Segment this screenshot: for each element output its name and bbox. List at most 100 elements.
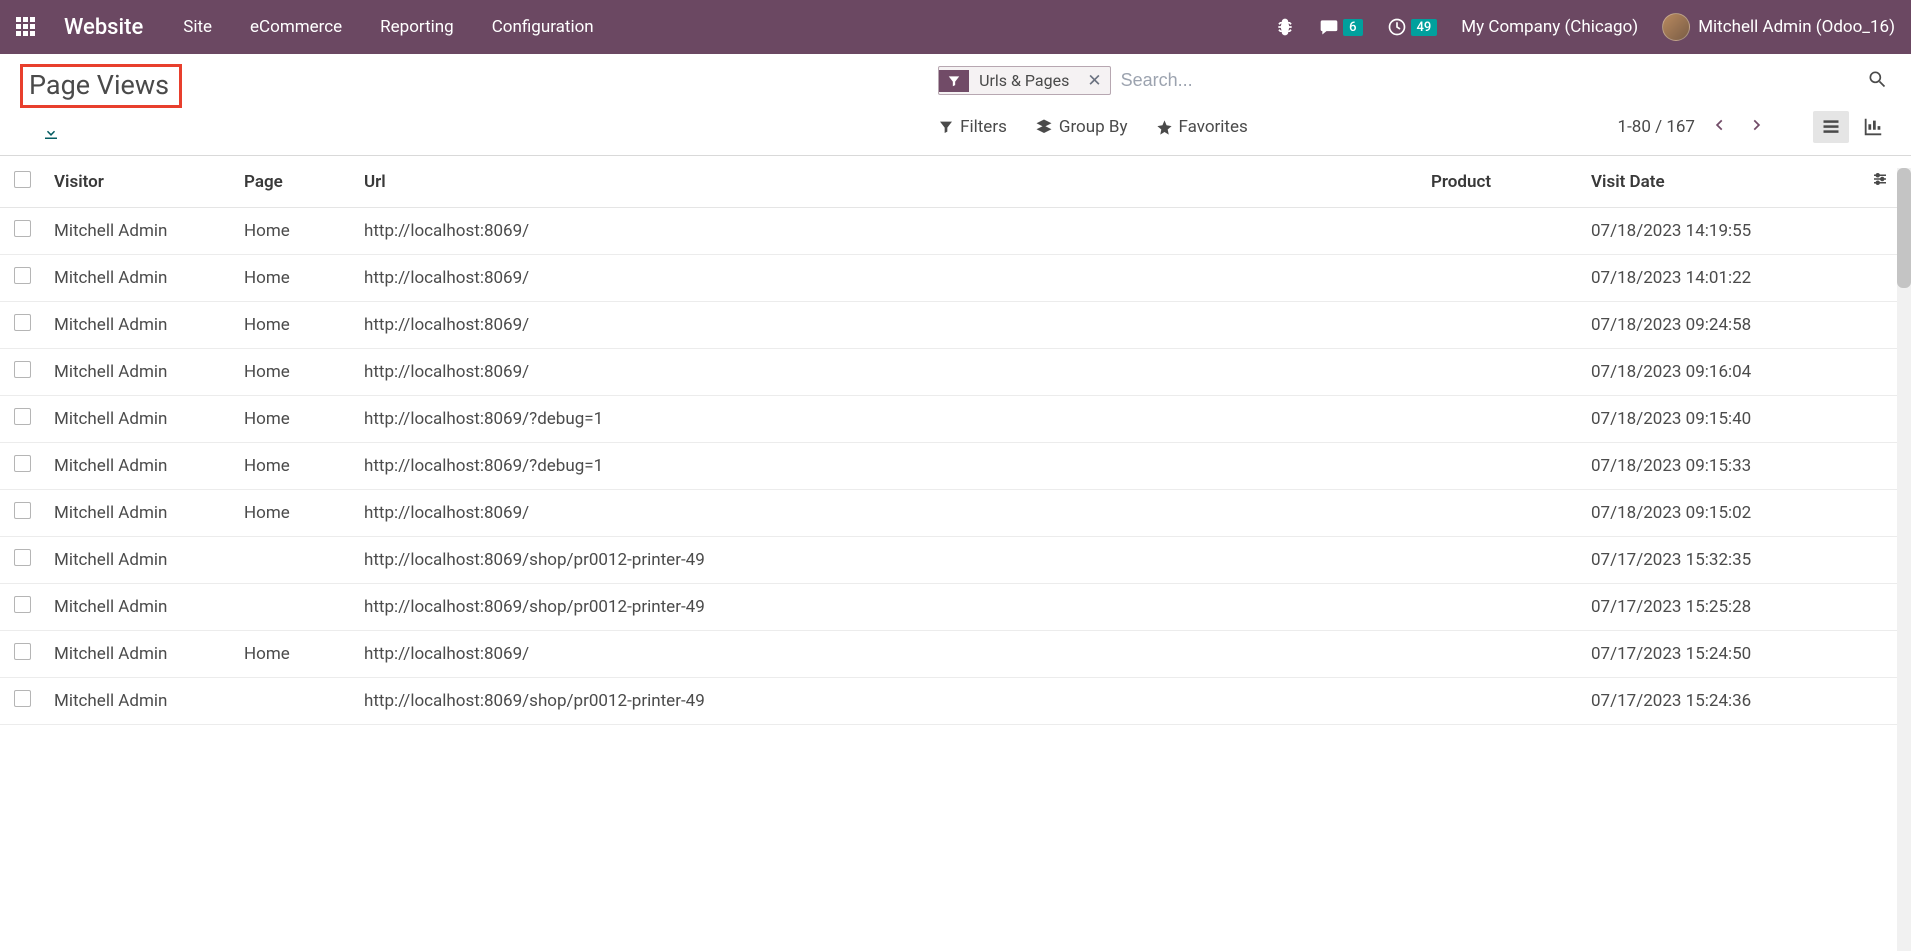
cell-url: http://localhost:8069/ bbox=[354, 490, 1421, 537]
page-views-table: Visitor Page Url Product Visit Date Mitc… bbox=[0, 156, 1911, 725]
cell-date: 07/18/2023 09:15:40 bbox=[1581, 396, 1861, 443]
cell-page: Home bbox=[234, 631, 354, 678]
search-icon[interactable] bbox=[1863, 65, 1891, 97]
cell-visitor: Mitchell Admin bbox=[44, 584, 234, 631]
filters-button[interactable]: Filters bbox=[938, 117, 1007, 137]
cell-visitor: Mitchell Admin bbox=[44, 537, 234, 584]
row-checkbox[interactable] bbox=[14, 690, 31, 707]
cell-url: http://localhost:8069/shop/pr0012-printe… bbox=[354, 584, 1421, 631]
cell-product bbox=[1421, 631, 1581, 678]
search-input[interactable] bbox=[1111, 64, 1863, 97]
cell-product bbox=[1421, 537, 1581, 584]
apps-icon[interactable] bbox=[16, 17, 36, 37]
options-icon[interactable] bbox=[1871, 173, 1889, 193]
cell-page: Home bbox=[234, 255, 354, 302]
cell-url: http://localhost:8069/ bbox=[354, 302, 1421, 349]
table-row[interactable]: Mitchell Admin http://localhost:8069/shop… bbox=[0, 537, 1911, 584]
select-all-checkbox[interactable] bbox=[14, 171, 31, 188]
table-row[interactable]: Mitchell AdminHomehttp://localhost:8069/… bbox=[0, 443, 1911, 490]
cell-date: 07/17/2023 15:32:35 bbox=[1581, 537, 1861, 584]
col-page[interactable]: Page bbox=[234, 156, 354, 208]
cell-url: http://localhost:8069/?debug=1 bbox=[354, 396, 1421, 443]
table-row[interactable]: Mitchell AdminHomehttp://localhost:8069/… bbox=[0, 349, 1911, 396]
scrollbar[interactable] bbox=[1897, 168, 1911, 951]
table-row[interactable]: Mitchell AdminHomehttp://localhost:8069/… bbox=[0, 396, 1911, 443]
col-visit-date[interactable]: Visit Date bbox=[1581, 156, 1861, 208]
row-checkbox[interactable] bbox=[14, 596, 31, 613]
graph-view-button[interactable] bbox=[1855, 111, 1891, 143]
cell-date: 07/17/2023 15:24:36 bbox=[1581, 678, 1861, 725]
col-url[interactable]: Url bbox=[354, 156, 1421, 208]
list-view-button[interactable] bbox=[1813, 111, 1849, 143]
cell-product bbox=[1421, 678, 1581, 725]
activities-icon[interactable]: 49 bbox=[1387, 17, 1438, 37]
cell-url: http://localhost:8069/ bbox=[354, 255, 1421, 302]
pager-prev[interactable] bbox=[1709, 113, 1731, 141]
row-checkbox[interactable] bbox=[14, 455, 31, 472]
user-menu[interactable]: Mitchell Admin (Odoo_16) bbox=[1662, 13, 1895, 41]
cell-page bbox=[234, 584, 354, 631]
debug-icon[interactable] bbox=[1275, 17, 1295, 37]
cell-url: http://localhost:8069/?debug=1 bbox=[354, 443, 1421, 490]
row-checkbox[interactable] bbox=[14, 408, 31, 425]
groupby-button[interactable]: Group By bbox=[1035, 117, 1128, 137]
table-row[interactable]: Mitchell AdminHomehttp://localhost:8069/… bbox=[0, 631, 1911, 678]
navbar-right: 6 49 My Company (Chicago) Mitchell Admin… bbox=[1275, 13, 1895, 41]
table-row[interactable]: Mitchell AdminHomehttp://localhost:8069/… bbox=[0, 302, 1911, 349]
groupby-label: Group By bbox=[1059, 117, 1128, 137]
messages-badge: 6 bbox=[1343, 19, 1362, 36]
table-row[interactable]: Mitchell AdminHomehttp://localhost:8069/… bbox=[0, 490, 1911, 537]
cell-product bbox=[1421, 584, 1581, 631]
row-checkbox[interactable] bbox=[14, 220, 31, 237]
pager-next[interactable] bbox=[1745, 113, 1767, 141]
cell-visitor: Mitchell Admin bbox=[44, 302, 234, 349]
row-checkbox[interactable] bbox=[14, 502, 31, 519]
cell-page: Home bbox=[234, 208, 354, 255]
row-checkbox[interactable] bbox=[14, 361, 31, 378]
download-icon[interactable] bbox=[42, 124, 60, 146]
cell-visitor: Mitchell Admin bbox=[44, 255, 234, 302]
cell-date: 07/17/2023 15:24:50 bbox=[1581, 631, 1861, 678]
cell-visitor: Mitchell Admin bbox=[44, 349, 234, 396]
row-checkbox[interactable] bbox=[14, 267, 31, 284]
col-product[interactable]: Product bbox=[1421, 156, 1581, 208]
menu-reporting[interactable]: Reporting bbox=[380, 17, 454, 37]
favorites-button[interactable]: Favorites bbox=[1156, 117, 1248, 137]
cell-product bbox=[1421, 302, 1581, 349]
cell-url: http://localhost:8069/shop/pr0012-printe… bbox=[354, 678, 1421, 725]
search-bar: Urls & Pages ✕ bbox=[938, 64, 1891, 97]
cell-product bbox=[1421, 255, 1581, 302]
row-checkbox[interactable] bbox=[14, 549, 31, 566]
cell-visitor: Mitchell Admin bbox=[44, 490, 234, 537]
cell-url: http://localhost:8069/ bbox=[354, 208, 1421, 255]
user-name: Mitchell Admin (Odoo_16) bbox=[1698, 17, 1895, 37]
col-visitor[interactable]: Visitor bbox=[44, 156, 234, 208]
menu-ecommerce[interactable]: eCommerce bbox=[250, 17, 342, 37]
cell-visitor: Mitchell Admin bbox=[44, 631, 234, 678]
menu-configuration[interactable]: Configuration bbox=[492, 17, 594, 37]
list-view: Visitor Page Url Product Visit Date Mitc… bbox=[0, 156, 1911, 937]
facet-label: Urls & Pages bbox=[969, 67, 1079, 94]
pager-text: 1-80 / 167 bbox=[1618, 117, 1695, 137]
table-row[interactable]: Mitchell Adminhttp://localhost:8069/shop… bbox=[0, 678, 1911, 725]
cell-product bbox=[1421, 396, 1581, 443]
cell-url: http://localhost:8069/ bbox=[354, 631, 1421, 678]
table-row[interactable]: Mitchell Admin http://localhost:8069/shop… bbox=[0, 584, 1911, 631]
app-brand[interactable]: Website bbox=[64, 15, 143, 40]
cell-date: 07/17/2023 15:25:28 bbox=[1581, 584, 1861, 631]
page-title: Page Views bbox=[20, 64, 182, 108]
facet-remove[interactable]: ✕ bbox=[1079, 71, 1109, 91]
table-row[interactable]: Mitchell AdminHomehttp://localhost:8069/… bbox=[0, 208, 1911, 255]
company-selector[interactable]: My Company (Chicago) bbox=[1461, 17, 1638, 37]
table-row[interactable]: Mitchell AdminHomehttp://localhost:8069/… bbox=[0, 255, 1911, 302]
view-switcher bbox=[1813, 111, 1891, 143]
favorites-label: Favorites bbox=[1179, 117, 1248, 137]
cell-visitor: Mitchell Admin bbox=[44, 396, 234, 443]
messages-icon[interactable]: 6 bbox=[1319, 17, 1362, 37]
cell-page: Home bbox=[234, 349, 354, 396]
row-checkbox[interactable] bbox=[14, 314, 31, 331]
row-checkbox[interactable] bbox=[14, 643, 31, 660]
menu-site[interactable]: Site bbox=[183, 17, 212, 37]
cell-url: http://localhost:8069/shop/pr0012-printe… bbox=[354, 537, 1421, 584]
cell-date: 07/18/2023 09:24:58 bbox=[1581, 302, 1861, 349]
